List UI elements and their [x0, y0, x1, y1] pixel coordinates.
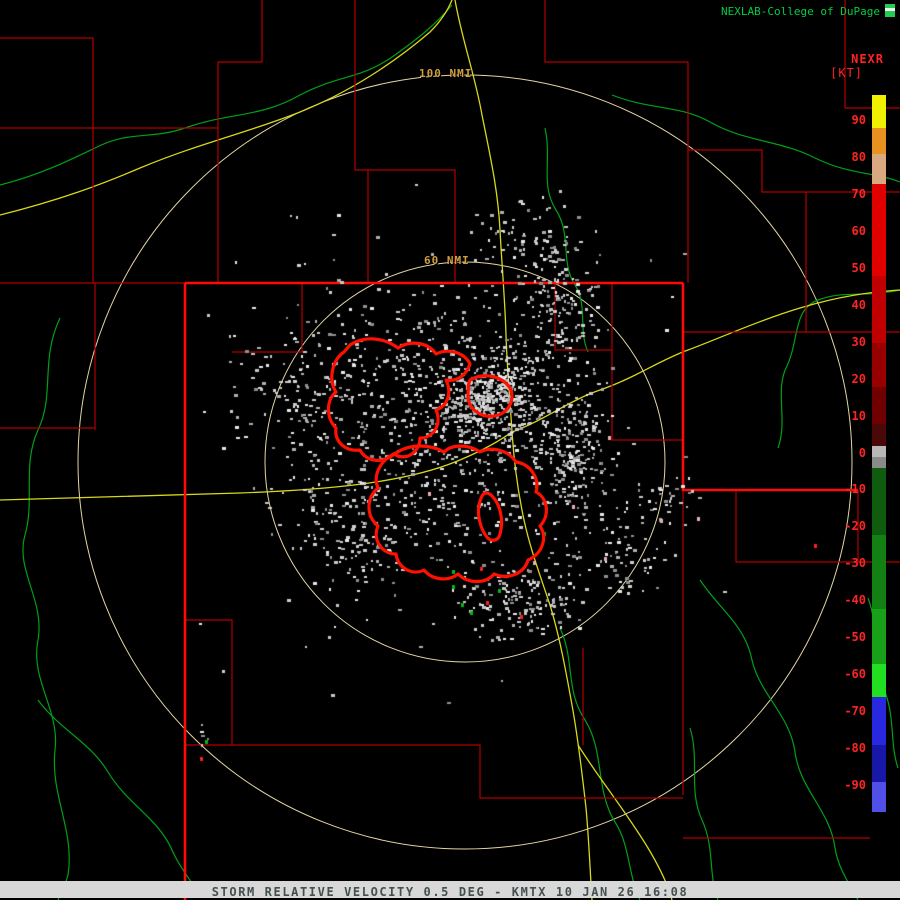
colorbar-segment [872, 457, 886, 469]
colorbar-tick-label: 20 [851, 371, 866, 386]
colorbar-segment [872, 386, 886, 424]
colorbar-tick-label: 80 [851, 149, 866, 164]
colorbar-tick-label: 10 [851, 408, 866, 423]
storm-contour [476, 491, 504, 542]
colorbar-tick-label: 50 [851, 260, 866, 275]
storm-contour [367, 444, 548, 584]
colorbar-segment [872, 608, 886, 665]
range-ring-label-60nmi: 60 NMI [424, 254, 470, 267]
colorbar-segment [872, 468, 886, 535]
velocity-colorbar [872, 95, 886, 812]
colorbar-segment [872, 534, 886, 609]
colorbar-segment [872, 782, 886, 812]
colorbar-tick-label: -20 [844, 519, 866, 534]
colorbar-segment [872, 183, 886, 277]
colorbar-tick-label: 60 [851, 223, 866, 238]
colorbar-tick-labels: 90 80 70 60 50 40 30 20 10 0 -10 -20 -30 -40 -50 -60 -70… [816, 0, 866, 900]
colorbar-segment [872, 446, 886, 458]
colorbar-segment [872, 745, 886, 783]
colorbar-tick-label: -50 [844, 630, 866, 645]
colorbar-segment [872, 423, 886, 447]
status-bar: STORM RELATIVE VELOCITY 0.5 DEG - KMTX 1… [0, 881, 900, 899]
colorbar-tick-label: 40 [851, 297, 866, 312]
colorbar-tick-label: 70 [851, 186, 866, 201]
colorbar-tick-label: -90 [844, 778, 866, 793]
colorbar-tick-label: -80 [844, 741, 866, 756]
colorbar-tick-label: 90 [851, 112, 866, 127]
colorbar-tick-label: -60 [844, 667, 866, 682]
colorbar-segment [872, 128, 886, 155]
range-ring-label-100nmi: 100 NMI [419, 67, 473, 80]
cod-logo-icon [885, 4, 895, 17]
storm-contour [326, 337, 472, 462]
colorbar-tick-label: -30 [844, 556, 866, 571]
radar-display: 100 NMI 60 NMI NEXLAB-College of DuPage … [0, 0, 900, 900]
colorbar-tick-label: 30 [851, 334, 866, 349]
colorbar-segment [872, 276, 886, 343]
colorbar-segment [872, 342, 886, 387]
storm-contour-layer [326, 337, 548, 584]
status-text: STORM RELATIVE VELOCITY 0.5 DEG - KMTX 1… [211, 885, 689, 899]
colorbar-segment [872, 697, 886, 746]
colorbar-tick-label: 0 [858, 445, 866, 460]
colorbar-segment [872, 154, 886, 184]
colorbar-segment [872, 95, 886, 129]
colorbar-tick-label: -10 [844, 482, 866, 497]
colorbar-tick-label: -40 [844, 593, 866, 608]
storm-contour [466, 374, 514, 418]
colorbar-segment [872, 664, 886, 698]
colorbar-tick-label: -70 [844, 704, 866, 719]
